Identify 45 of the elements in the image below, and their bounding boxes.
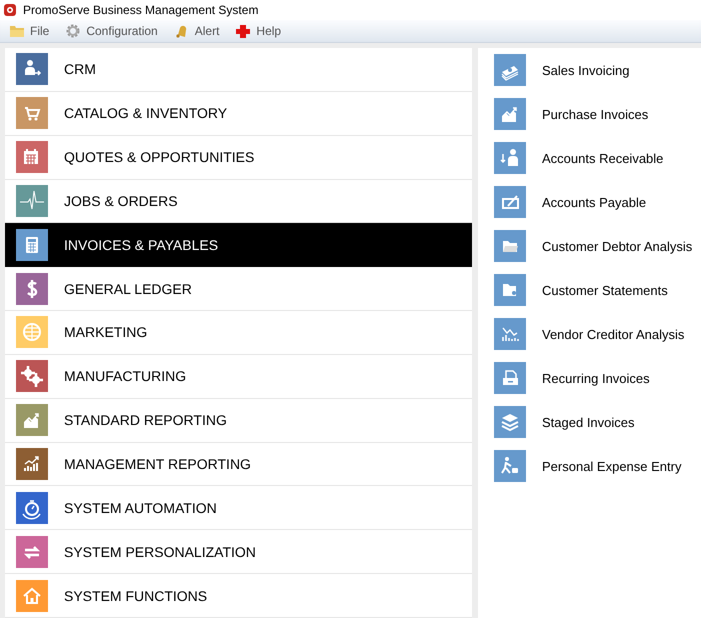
function-item[interactable]: Staged Invoices xyxy=(478,400,701,444)
module-label: STANDARD REPORTING xyxy=(64,412,227,428)
module-item[interactable]: JOBS & ORDERS xyxy=(5,180,472,224)
module-label: SYSTEM PERSONALIZATION xyxy=(64,544,256,560)
medical-cross-icon xyxy=(235,24,252,38)
module-label: GENERAL LEDGER xyxy=(64,280,192,297)
module-label: MANAGEMENT REPORTING xyxy=(64,456,251,472)
layers-icon xyxy=(494,406,526,438)
module-item[interactable]: INVOICES & PAYABLES xyxy=(5,223,472,268)
module-label: MANUFACTURING xyxy=(64,368,186,384)
module-item[interactable]: MANAGEMENT REPORTING xyxy=(5,442,472,486)
module-label: CRM xyxy=(64,61,96,78)
module-label: JOBS & ORDERS xyxy=(64,192,178,209)
module-label: CATALOG & INVENTORY xyxy=(64,105,228,122)
folder-icon xyxy=(494,230,526,262)
menu-item[interactable]: Configuration xyxy=(62,23,161,39)
chart-up-icon xyxy=(494,98,526,130)
function-item[interactable]: Customer Statements xyxy=(478,268,701,312)
module-label: QUOTES & OPPORTUNITIES xyxy=(64,149,254,166)
app-logo-icon xyxy=(3,3,17,17)
menu-item[interactable]: Alert xyxy=(170,23,222,39)
tray-icon xyxy=(494,362,526,394)
gear-icon xyxy=(65,23,82,39)
function-item[interactable]: Customer Debtor Analysis xyxy=(478,224,701,268)
person-luggage-icon xyxy=(494,450,526,482)
menu-item[interactable]: File xyxy=(6,24,52,38)
module-label: INVOICES & PAYABLES xyxy=(64,236,218,253)
pen-box-icon xyxy=(494,186,526,218)
module-label: MARKETING xyxy=(64,324,148,340)
menu-item[interactable]: Help xyxy=(232,24,284,38)
folder-person-icon xyxy=(494,274,526,306)
function-item[interactable]: Vendor Creditor Analysis xyxy=(478,312,701,356)
function-item[interactable]: Accounts Payable xyxy=(478,180,701,224)
function-item[interactable]: Purchase Invoices xyxy=(478,92,701,136)
function-item[interactable]: Sales Invoicing xyxy=(478,48,701,92)
module-item[interactable]: QUOTES & OPPORTUNITIES xyxy=(5,136,472,180)
function-item[interactable]: Personal Expense Entry xyxy=(478,444,701,488)
module-label: SYSTEM AUTOMATION xyxy=(64,500,217,516)
chart-down-icon xyxy=(494,318,526,350)
cash-icon xyxy=(494,54,526,86)
function-item[interactable]: Recurring Invoices xyxy=(478,356,701,400)
window-title: PromoServe Business Management System xyxy=(23,3,258,17)
module-label: SYSTEM FUNCTIONS xyxy=(64,588,208,604)
function-item[interactable]: Accounts Receivable xyxy=(478,136,701,180)
folder-icon xyxy=(9,24,25,38)
